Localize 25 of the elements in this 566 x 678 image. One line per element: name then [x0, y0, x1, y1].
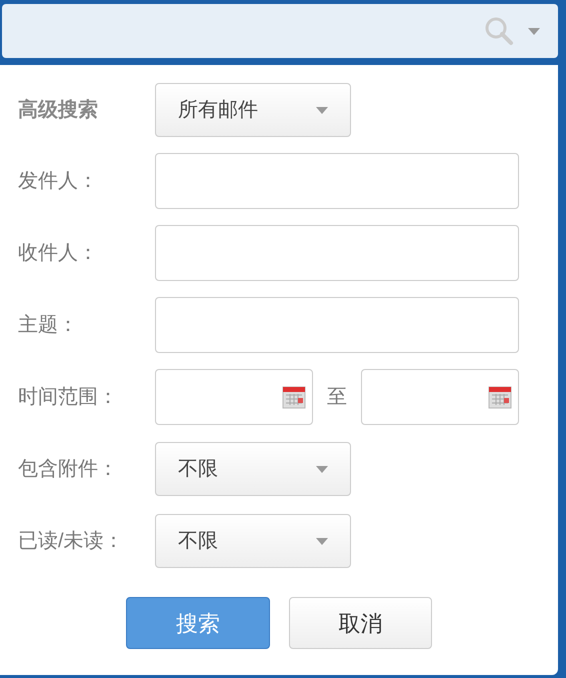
dropdown[interactable]: 不限	[155, 514, 351, 568]
field-label: 包含附件：	[17, 457, 119, 482]
dropdown[interactable]: 不限	[155, 442, 351, 496]
caret-icon	[316, 538, 328, 544]
calendar-icon	[488, 385, 512, 409]
caret-icon	[316, 466, 328, 472]
calendar-icon	[282, 385, 306, 409]
field-label: 主题：	[17, 313, 79, 338]
input-field[interactable]	[155, 153, 519, 209]
field-label: 已读/未读：	[17, 529, 125, 554]
date-field[interactable]	[155, 369, 313, 425]
caret-icon	[316, 106, 328, 114]
panel-title: 高级搜索	[17, 98, 99, 123]
search-field[interactable]	[2, 4, 558, 58]
search-icon	[484, 16, 514, 46]
field-label: 收件人：	[17, 241, 99, 266]
field-label: 发件人：	[17, 169, 99, 194]
cancel-button[interactable]: 取消	[289, 597, 432, 649]
field-label: 时间范围：	[17, 385, 119, 410]
input-field[interactable]	[155, 297, 519, 353]
input-field[interactable]	[155, 225, 519, 281]
range-separator: 至	[326, 385, 348, 410]
dropdown[interactable]: 所有邮件	[155, 83, 351, 137]
caret-icon	[528, 28, 540, 34]
date-field[interactable]	[361, 369, 519, 425]
